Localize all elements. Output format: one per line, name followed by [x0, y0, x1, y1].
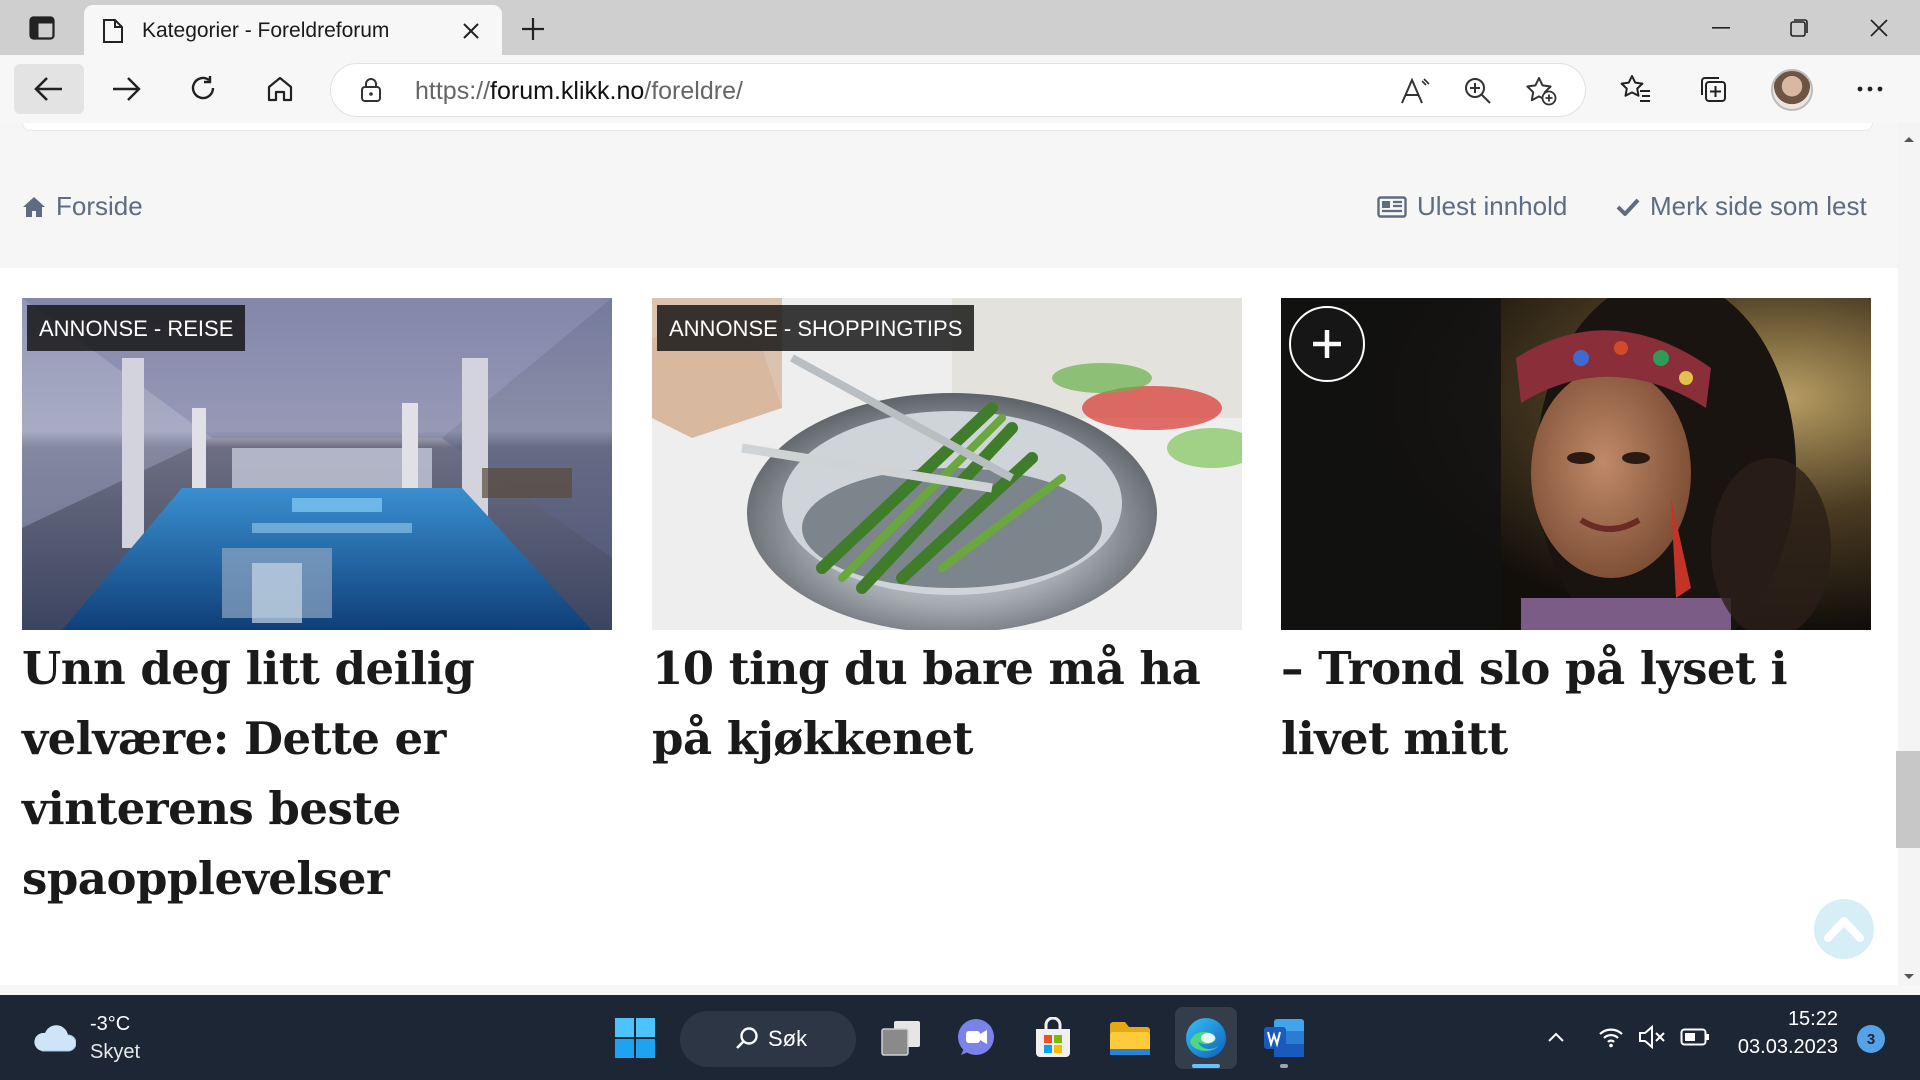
windows-taskbar: -3°C Skyet Søk 15:22 03.03.2023 3 — [0, 995, 1920, 1080]
back-icon[interactable] — [14, 64, 84, 114]
system-clock[interactable]: 15:22 03.03.2023 — [1726, 1005, 1838, 1061]
read-aloud-icon[interactable] — [1398, 74, 1432, 108]
nav-home-link[interactable]: Forside — [22, 191, 143, 222]
start-windows-icon[interactable] — [604, 1007, 666, 1069]
active-app-indicator — [1192, 1064, 1220, 1068]
article-card[interactable]: ANNONSE - REISE Unn deg litt deilig velv… — [22, 298, 612, 914]
search-box-edge — [22, 123, 1873, 131]
show-hidden-icons-chevron-icon[interactable] — [1538, 1017, 1574, 1057]
nav-unread-label: Ulest innhold — [1417, 191, 1568, 221]
nav-mark-read-link[interactable]: Merk side som lest — [1616, 191, 1867, 222]
tab-title: Kategorier - Foreldreforum — [142, 18, 390, 42]
close-window-icon[interactable] — [1838, 0, 1920, 55]
nav-unread-link[interactable]: Ulest innhold — [1377, 191, 1567, 222]
page-viewport: Forside Ulest innhold Merk side som lest — [0, 123, 1898, 985]
speaker-muted-icon[interactable] — [1634, 1017, 1670, 1057]
article-card[interactable]: – Trond slo på lyset i livet mitt — [1281, 298, 1871, 774]
tab-actions-icon[interactable] — [20, 12, 64, 44]
article-headline[interactable]: 10 ting du bare må ha på kjøkkenet — [652, 634, 1242, 774]
page-file-icon — [102, 18, 126, 44]
add-plus-icon[interactable] — [1289, 306, 1365, 382]
article-headline[interactable]: Unn deg litt deilig velvære: Dette er vi… — [22, 634, 612, 914]
battery-icon[interactable] — [1677, 1017, 1713, 1057]
notification-badge[interactable]: 3 — [1857, 1025, 1885, 1053]
add-favorite-icon[interactable] — [1524, 74, 1558, 108]
minimize-icon[interactable] — [1680, 0, 1762, 55]
profile-avatar[interactable] — [1771, 69, 1813, 111]
search-icon — [736, 1027, 758, 1049]
weather-description: Skyet — [90, 1041, 141, 1063]
category-badge[interactable]: ANNONSE - SHOPPINGTIPS — [657, 305, 975, 351]
nav-mark-read-label: Merk side som lest — [1650, 191, 1867, 221]
word-icon[interactable] — [1253, 1007, 1315, 1069]
scroll-down-arrow-icon[interactable] — [1898, 969, 1920, 985]
url-text: https://forum.klikk.no/foreldre/ — [415, 77, 743, 105]
address-bar[interactable]: https://forum.klikk.no/foreldre/ — [331, 64, 1585, 116]
maximize-icon[interactable] — [1758, 0, 1840, 55]
forward-icon[interactable] — [91, 64, 161, 114]
edge-browser-icon[interactable] — [1175, 1007, 1237, 1069]
site-info-lock-icon[interactable] — [359, 77, 383, 103]
more-menu-icon[interactable] — [1848, 67, 1892, 111]
asparagus-pan-image[interactable]: ANNONSE - SHOPPINGTIPS — [652, 298, 1242, 630]
collections-icon[interactable] — [1691, 67, 1735, 111]
zoom-icon[interactable] — [1461, 74, 1495, 108]
open-app-indicator — [1280, 1064, 1288, 1068]
file-explorer-icon[interactable] — [1099, 1007, 1161, 1069]
close-tab-icon[interactable] — [458, 18, 484, 44]
new-tab-icon[interactable] — [516, 12, 550, 46]
weather-widget[interactable]: -3°C Skyet — [32, 1010, 140, 1066]
home-icon[interactable] — [245, 64, 315, 114]
search-label: Søk — [768, 1026, 808, 1051]
scroll-to-top-button[interactable] — [1814, 899, 1874, 959]
newspaper-icon — [1377, 195, 1407, 218]
article-card[interactable]: ANNONSE - SHOPPINGTIPS 10 ting du bare m… — [652, 298, 1242, 774]
nav-home-label: Forside — [56, 191, 143, 221]
refresh-icon[interactable] — [168, 64, 238, 114]
clock-time: 15:22 — [1787, 1008, 1838, 1030]
forum-nav-bar: Forside Ulest innhold Merk side som lest — [0, 123, 1898, 268]
weather-temperature: -3°C — [90, 1013, 131, 1035]
chevron-up-icon — [1824, 917, 1864, 942]
wifi-icon[interactable] — [1593, 1017, 1629, 1057]
favorites-icon[interactable] — [1614, 67, 1658, 111]
woman-portrait-image[interactable] — [1281, 298, 1871, 630]
cloud-icon — [34, 1025, 76, 1052]
scroll-up-arrow-icon[interactable] — [1898, 131, 1920, 147]
microsoft-store-icon[interactable] — [1022, 1007, 1084, 1069]
browser-title-bar: Kategorier - Foreldreforum — [0, 0, 1920, 56]
browser-toolbar: https://forum.klikk.no/foreldre/ — [0, 55, 1920, 123]
scrollbar-thumb[interactable] — [1896, 751, 1920, 848]
category-badge[interactable]: ANNONSE - REISE — [27, 305, 246, 351]
article-headline[interactable]: – Trond slo på lyset i livet mitt — [1281, 634, 1871, 774]
task-view-icon[interactable] — [870, 1007, 932, 1069]
taskbar-search[interactable]: Søk — [680, 1011, 856, 1067]
browser-tab[interactable]: Kategorier - Foreldreforum — [84, 5, 502, 56]
article-card-row: ANNONSE - REISE Unn deg litt deilig velv… — [22, 298, 1873, 978]
clock-date: 03.03.2023 — [1737, 1036, 1838, 1058]
home-icon — [23, 196, 45, 217]
checkmark-icon — [1616, 198, 1640, 216]
spa-pool-image[interactable]: ANNONSE - REISE — [22, 298, 612, 630]
teams-chat-icon[interactable] — [945, 1007, 1007, 1069]
vertical-scrollbar[interactable] — [1898, 123, 1920, 985]
